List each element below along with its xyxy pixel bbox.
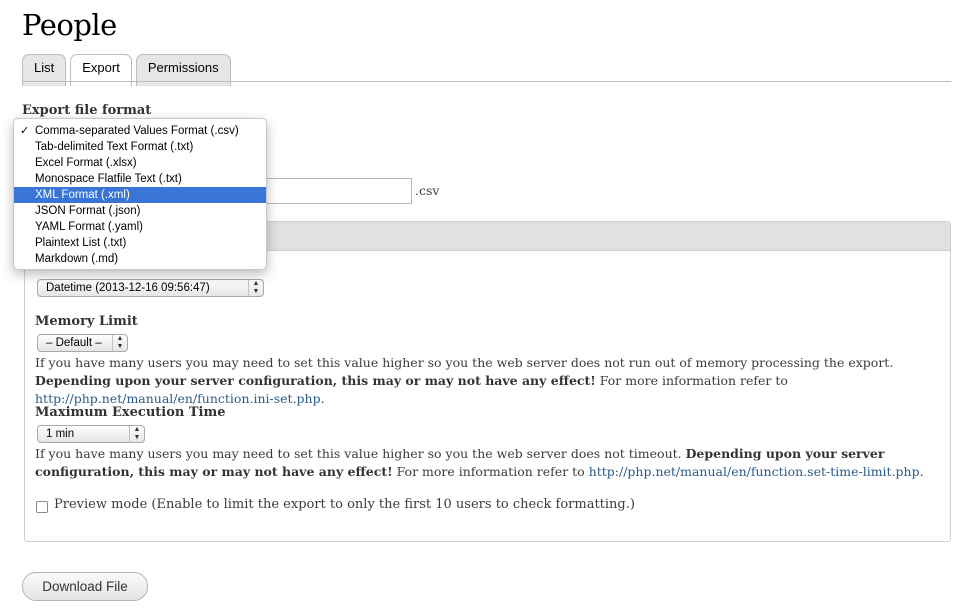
format-option-flatfile-txt[interactable]: Monospace Flatfile Text (.txt) xyxy=(14,171,266,187)
page-title: People xyxy=(22,8,117,42)
option-label: XML Format (.xml) xyxy=(35,189,130,201)
export-format-label: Export file format xyxy=(22,103,152,118)
help-text: If you have many users you may need to s… xyxy=(35,446,686,461)
option-label: Excel Format (.xlsx) xyxy=(35,157,137,169)
memory-limit-select[interactable]: – Default – ▲ ▼ xyxy=(37,334,128,352)
format-option-csv[interactable]: ✓ Comma-separated Values Format (.csv) xyxy=(14,123,266,139)
format-option-plaintext[interactable]: Plaintext List (.txt) xyxy=(14,235,266,251)
format-option-yaml[interactable]: YAML Format (.yaml) xyxy=(14,219,266,235)
export-format-dropdown: ✓ Comma-separated Values Format (.csv) Ta… xyxy=(13,118,267,270)
max-execution-label: Maximum Execution Time xyxy=(35,405,226,420)
max-execution-select[interactable]: 1 min ▲ ▼ xyxy=(37,425,145,443)
format-option-xlsx[interactable]: Excel Format (.xlsx) xyxy=(14,155,266,171)
memory-limit-label: Memory Limit xyxy=(35,314,138,329)
help-text: . xyxy=(320,391,325,406)
help-warning: Depending upon your server configuration… xyxy=(35,373,596,388)
option-label: JSON Format (.json) xyxy=(35,205,141,217)
option-label: Monospace Flatfile Text (.txt) xyxy=(35,173,182,185)
help-text: For more information refer to xyxy=(595,373,788,388)
tab-divider xyxy=(22,81,951,82)
max-execution-value: 1 min xyxy=(46,428,75,440)
option-label: Tab-delimited Text Format (.txt) xyxy=(35,141,194,153)
select-arrows-icon: ▲ ▼ xyxy=(129,426,144,442)
preview-mode-checkbox[interactable] xyxy=(36,501,48,513)
filename-input[interactable] xyxy=(258,178,412,204)
set-time-limit-link[interactable]: http://php.net/manual/en/function.set-ti… xyxy=(589,464,920,479)
date-format-select[interactable]: Datetime (2013-12-16 09:56:47) ▲ ▼ xyxy=(37,279,264,297)
option-label: YAML Format (.yaml) xyxy=(35,221,143,233)
select-arrows-icon: ▲ ▼ xyxy=(112,335,127,351)
date-format-value: Datetime (2013-12-16 09:56:47) xyxy=(46,282,210,294)
format-option-json[interactable]: JSON Format (.json) xyxy=(14,203,266,219)
download-file-button[interactable]: Download File xyxy=(22,572,148,601)
option-label: Plaintext List (.txt) xyxy=(35,237,127,249)
format-option-markdown[interactable]: Markdown (.md) xyxy=(14,251,266,267)
option-label: Comma-separated Values Format (.csv) xyxy=(35,125,239,137)
max-execution-help: If you have many users you may need to s… xyxy=(35,445,935,481)
ini-set-link[interactable]: http://php.net/manual/en/function.ini-se… xyxy=(35,391,321,406)
format-option-xml[interactable]: XML Format (.xml) xyxy=(14,187,266,203)
memory-limit-help: If you have many users you may need to s… xyxy=(35,354,935,408)
filename-suffix: .csv xyxy=(415,183,440,198)
select-arrows-icon: ▲ ▼ xyxy=(248,280,263,296)
option-label: Markdown (.md) xyxy=(35,253,119,265)
help-text: If you have many users you may need to s… xyxy=(35,355,894,370)
memory-limit-value: – Default – xyxy=(46,337,102,349)
format-option-tab-txt[interactable]: Tab-delimited Text Format (.txt) xyxy=(14,139,266,155)
checkmark-icon: ✓ xyxy=(20,125,30,137)
preview-mode-label: Preview mode (Enable to limit the export… xyxy=(54,497,635,512)
help-text: For more information refer to xyxy=(392,464,589,479)
help-text: . xyxy=(919,464,924,479)
